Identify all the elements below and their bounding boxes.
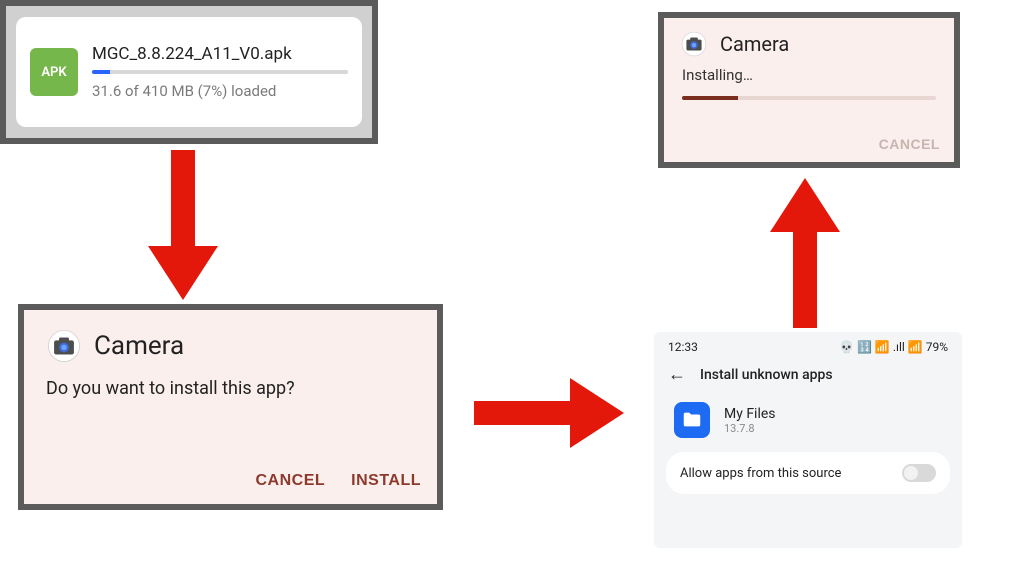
prompt-actions: CANCEL INSTALL [255,472,421,490]
statusbar-time: 12:33 [668,340,698,354]
installing-message: Installing… [664,64,954,86]
files-icon [674,402,710,438]
allow-row: Allow apps from this source [666,452,950,494]
apk-icon-label: APK [41,65,66,80]
app-name: My Files [724,406,776,422]
installing-progress-bar [682,96,936,100]
installing-header: Camera [664,18,954,64]
download-progress-bar [92,70,348,74]
install-prompt-panel: Camera Do you want to install this app? … [18,304,443,510]
installing-app-name: Camera [720,32,789,56]
download-card: APK MGC_8.8.224_A11_V0.apk 31.6 of 410 M… [16,17,362,127]
app-row: My Files 13.7.8 [654,396,962,452]
arrow-down-1 [148,150,218,300]
download-progress-fill [92,70,110,74]
installing-cancel-button[interactable]: CANCEL [879,136,940,152]
download-filename: MGC_8.8.224_A11_V0.apk [92,44,348,64]
settings-header: ← Install unknown apps [654,358,962,396]
app-version: 13.7.8 [724,422,776,435]
prompt-message: Do you want to install this app? [24,374,437,399]
app-info: My Files 13.7.8 [724,406,776,435]
allow-label: Allow apps from this source [680,466,841,481]
camera-icon [680,30,708,58]
installing-progress-fill [682,96,738,100]
settings-panel: 12:33 💀 🔢 📶 .ıll 📶 79% ← Install unknown… [654,332,962,548]
arrow-right [474,378,624,448]
prompt-app-name: Camera [94,331,184,361]
prompt-header: Camera [24,310,437,374]
download-info: MGC_8.8.224_A11_V0.apk 31.6 of 410 MB (7… [92,44,348,100]
allow-toggle[interactable] [902,464,936,482]
statusbar: 12:33 💀 🔢 📶 .ıll 📶 79% [654,332,962,358]
download-panel: APK MGC_8.8.224_A11_V0.apk 31.6 of 410 M… [0,0,378,144]
download-status: 31.6 of 410 MB (7%) loaded [92,82,348,100]
arrow-up [770,178,840,328]
statusbar-right: 💀 🔢 📶 .ıll 📶 79% [839,340,948,354]
install-button[interactable]: INSTALL [351,472,421,490]
settings-title: Install unknown apps [700,367,833,383]
apk-icon: APK [30,48,78,96]
back-icon[interactable]: ← [668,366,686,384]
installing-panel: Camera Installing… CANCEL [658,12,960,168]
camera-icon [46,328,82,364]
cancel-button[interactable]: CANCEL [255,472,325,490]
